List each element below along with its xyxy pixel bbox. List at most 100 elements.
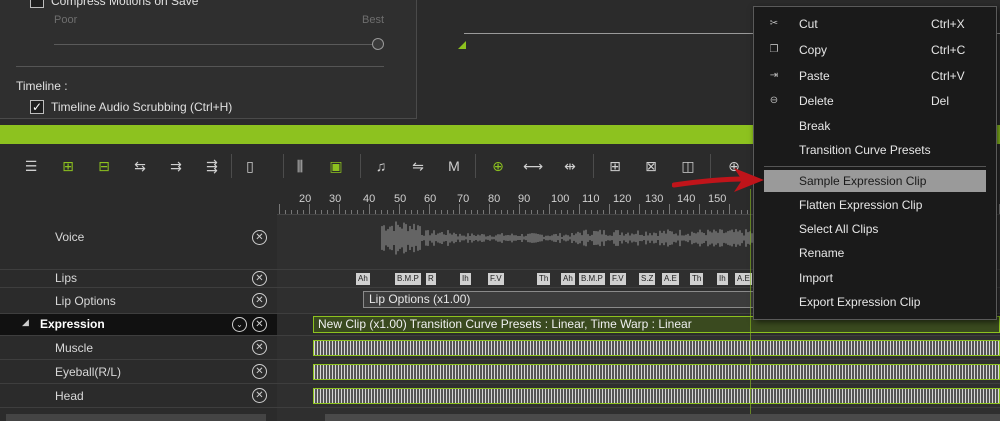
delete-icon: ⊖ [769, 95, 779, 106]
lip-options-clip[interactable]: Lip Options (x1.00) [363, 291, 763, 308]
remove-track-icon[interactable]: ✕ [252, 364, 267, 379]
track-row-head[interactable]: Head ✕ [0, 384, 277, 408]
move-right-icon[interactable]: ⇶ [201, 156, 223, 176]
remove-track-icon[interactable]: ✕ [252, 230, 267, 245]
ruler-tick [387, 210, 388, 214]
add-key-icon[interactable]: ⊞ [57, 156, 79, 176]
move-left-icon[interactable]: ⇆ [129, 156, 151, 176]
preview-marker-icon[interactable] [458, 41, 466, 49]
menu-separator [764, 166, 986, 167]
playhead[interactable] [750, 189, 751, 421]
ruler-tick [279, 204, 280, 214]
transfer-icon[interactable]: ⇋ [407, 156, 429, 176]
remove-track-icon[interactable]: ✕ [252, 293, 267, 308]
muscle-keys[interactable] [313, 340, 1000, 356]
compress-checkbox[interactable] [30, 0, 44, 8]
menu-item-import[interactable]: Import [754, 267, 996, 289]
ruler-tick [321, 210, 322, 214]
menu-item-paste[interactable]: ⇥ Paste Ctrl+V [754, 65, 996, 87]
phoneme-key[interactable]: B.M.P [395, 273, 421, 285]
phoneme-key[interactable]: Ah [356, 273, 370, 285]
ruler-tick [339, 204, 340, 214]
compress-label: Compress Motions on Save [51, 0, 199, 8]
ruler-tick [675, 210, 676, 214]
collapse-icon[interactable]: ⌄ [232, 317, 247, 332]
quality-slider-knob[interactable] [372, 38, 384, 50]
ruler-tick [441, 210, 442, 214]
motion-icon[interactable]: M [443, 156, 465, 176]
menu-item-break[interactable]: Break [754, 115, 996, 137]
phoneme-key[interactable]: Th [537, 273, 551, 285]
head-keys[interactable] [313, 388, 1000, 404]
muscle-lane[interactable] [277, 336, 1000, 360]
ruler-tick [471, 210, 472, 214]
file-icon[interactable]: ▯ [239, 156, 261, 176]
ruler-tick [531, 210, 532, 214]
ruler-tick [663, 210, 664, 214]
ruler-tick [489, 204, 490, 214]
timeline-scrollbar[interactable] [325, 414, 1000, 421]
menu-item-transition-curve-presets[interactable]: Transition Curve Presets [754, 139, 996, 161]
split-icon[interactable]: ⫼ [289, 156, 311, 176]
ruler-tick [747, 210, 748, 214]
insert-icon[interactable]: ⇉ [165, 156, 187, 176]
menu-item-select-all-clips[interactable]: Select All Clips [754, 218, 996, 240]
track-list-icon[interactable]: ☰ [20, 156, 42, 176]
remove-track-icon[interactable]: ✕ [252, 317, 267, 332]
fit-icon[interactable]: ⇹ [559, 156, 581, 176]
ruler-tick [687, 210, 688, 214]
ruler-tick [705, 210, 706, 214]
phoneme-key[interactable]: Ah [561, 273, 575, 285]
menu-item-label: Transition Curve Presets [799, 143, 931, 157]
remove-track-icon[interactable]: ✕ [252, 388, 267, 403]
track-row-eyeball[interactable]: Eyeball(R/L) ✕ [0, 360, 277, 384]
track-list-scrollbar[interactable] [6, 414, 266, 421]
track-label: Eyeball(R/L) [55, 365, 122, 379]
phoneme-key[interactable]: Ih [717, 273, 728, 285]
phoneme-key[interactable]: F.V [610, 273, 626, 285]
menu-item-label: Import [799, 271, 834, 285]
phoneme-key[interactable]: S.Z [639, 273, 656, 285]
audio-scrub-checkbox[interactable]: ✓ [30, 100, 44, 114]
ruler-tick [519, 204, 520, 214]
track-label: Muscle [55, 341, 94, 355]
track-row-expression[interactable]: ◢ Expression ⌄ ✕ [0, 314, 277, 336]
settings-divider [16, 66, 384, 67]
menu-item-copy[interactable]: ❐ Copy Ctrl+C [754, 39, 996, 61]
phoneme-key[interactable]: Ih [460, 273, 471, 285]
insert-track-icon[interactable]: ⊟ [93, 156, 115, 176]
phoneme-key[interactable]: B.M.P [579, 273, 605, 285]
menu-item-sample-expression-clip[interactable]: Sample Expression Clip [764, 170, 986, 192]
stretch-icon[interactable]: ⟷ [522, 156, 544, 176]
music-note-icon[interactable]: ♫ [370, 156, 392, 176]
toolbar-separator [360, 154, 361, 178]
track-row-muscle[interactable]: Muscle ✕ [0, 336, 277, 360]
head-lane[interactable] [277, 384, 1000, 408]
phoneme-key[interactable]: Th [690, 273, 704, 285]
eyeball-keys[interactable] [313, 364, 1000, 380]
track-row-lips[interactable]: Lips ✕ [0, 270, 277, 288]
compress-option[interactable]: Compress Motions on Save [30, 0, 198, 8]
menu-item-label: Break [799, 119, 831, 133]
phoneme-key[interactable]: R [426, 273, 436, 285]
add-clip-icon[interactable]: ⊕ [487, 156, 509, 176]
audio-scrub-option[interactable]: ✓ Timeline Audio Scrubbing (Ctrl+H) [30, 100, 232, 114]
menu-item-flatten-expression-clip[interactable]: Flatten Expression Clip [754, 194, 996, 216]
menu-item-delete[interactable]: ⊖ Delete Del [754, 90, 996, 112]
track-row-lip-options[interactable]: Lip Options ✕ [0, 288, 277, 314]
menu-item-cut[interactable]: ✂ Cut Ctrl+X [754, 13, 996, 35]
clip-green-icon[interactable]: ▣ [325, 156, 347, 176]
delete-frame-icon[interactable]: ⊠ [640, 156, 662, 176]
phoneme-key[interactable]: F.V [488, 273, 504, 285]
eyeball-lane[interactable] [277, 360, 1000, 384]
insert-frame-icon[interactable]: ⊞ [604, 156, 626, 176]
track-row-voice[interactable]: Voice ✕ [0, 215, 277, 270]
phoneme-key[interactable]: A.E [662, 273, 679, 285]
remove-track-icon[interactable]: ✕ [252, 340, 267, 355]
ruler-tick [495, 210, 496, 214]
expand-toggle-icon[interactable]: ◢ [22, 317, 29, 328]
quality-slider-track[interactable] [54, 44, 376, 45]
menu-item-rename[interactable]: Rename [754, 242, 996, 264]
remove-track-icon[interactable]: ✕ [252, 271, 267, 286]
menu-item-export-expression-clip[interactable]: Export Expression Clip [754, 291, 996, 313]
